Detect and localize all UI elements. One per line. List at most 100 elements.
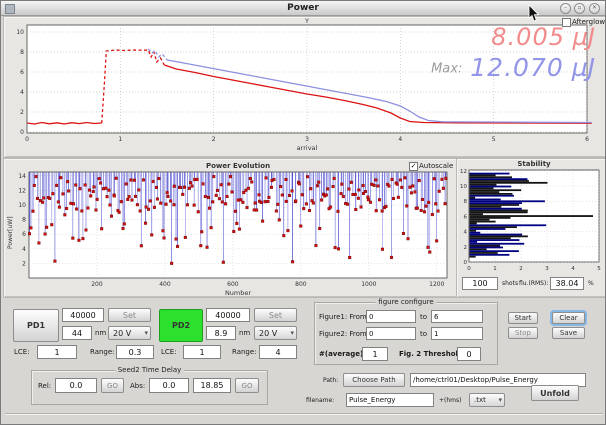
autoscale-label: Autoscale xyxy=(419,162,453,170)
chevron-down-icon: ▾ xyxy=(498,394,502,407)
svg-text:0: 0 xyxy=(20,129,24,136)
average-label: #(average): xyxy=(319,350,366,358)
svg-text:Y: Y xyxy=(304,18,309,25)
pd1-button[interactable]: PD1 xyxy=(13,309,59,342)
pd1-lce-label: LCE: xyxy=(14,348,30,356)
clear-button[interactable]: Clear xyxy=(552,312,585,324)
pd1-wavelength-field[interactable]: 44 xyxy=(62,326,92,340)
choose-path-button[interactable]: Choose Path xyxy=(343,373,405,387)
figure1-from-label: Figure1: From xyxy=(319,313,367,321)
svg-text:4: 4 xyxy=(571,266,575,272)
svg-text:Number: Number xyxy=(225,289,251,296)
maximize-icon[interactable]: ▫ xyxy=(574,3,585,14)
close-icon[interactable]: ✕ xyxy=(589,3,600,14)
figure2-to-label: to xyxy=(420,330,427,338)
figure1-from-field[interactable]: 0 xyxy=(366,310,416,323)
save-button[interactable]: Save xyxy=(552,327,585,339)
suffix-label: +(hms) xyxy=(439,397,461,404)
rms-field[interactable]: 38.04 xyxy=(550,277,584,290)
extension-value: .txt xyxy=(474,396,486,404)
pd1-range-field[interactable]: 0.3 xyxy=(116,345,154,359)
svg-text:4: 4 xyxy=(464,230,468,236)
rel-field[interactable]: 0.0 xyxy=(55,378,97,393)
svg-text:10: 10 xyxy=(18,202,26,209)
svg-text:8: 8 xyxy=(464,199,468,205)
svg-text:800: 800 xyxy=(295,281,307,288)
pd2-voltage-dropdown[interactable]: 20 V ▾ xyxy=(254,326,297,340)
pd1-voltage-value: 20 V xyxy=(113,329,131,338)
svg-text:3: 3 xyxy=(305,136,309,143)
window-title: Power xyxy=(1,1,605,15)
stop-button[interactable]: Stop xyxy=(508,327,538,339)
current-energy-unit: µJ xyxy=(573,23,595,51)
shots-label: shots xyxy=(502,280,518,287)
pd1-lce-field[interactable]: 1 xyxy=(37,345,77,359)
svg-text:1000: 1000 xyxy=(361,281,376,288)
svg-text:2: 2 xyxy=(212,136,216,143)
svg-text:1: 1 xyxy=(118,136,122,143)
svg-text:4: 4 xyxy=(20,89,24,96)
svg-text:arrival: arrival xyxy=(297,144,318,152)
rel-go-button[interactable]: GO xyxy=(101,378,124,393)
shots-field[interactable]: 100 xyxy=(462,277,498,290)
current-energy-readout: 8.005 µJ xyxy=(491,23,595,51)
pd1-nm-label: nm xyxy=(95,329,106,337)
svg-text:2: 2 xyxy=(22,260,26,267)
filename-field[interactable]: Pulse_Energy xyxy=(346,393,434,407)
chevron-down-icon: ▾ xyxy=(144,327,148,340)
svg-text:600: 600 xyxy=(227,281,239,288)
svg-text:200: 200 xyxy=(91,281,103,288)
max-energy-unit: µJ xyxy=(572,53,595,82)
fig2-threshold-label: Fig. 2 Threshold: xyxy=(399,350,466,358)
minimize-icon[interactable]: – xyxy=(560,3,571,14)
start-button[interactable]: Start xyxy=(508,312,538,324)
figure1-to-field[interactable]: 6 xyxy=(431,310,483,323)
svg-text:5: 5 xyxy=(597,266,601,272)
svg-text:10: 10 xyxy=(460,184,467,190)
seed2-delay-title: Seed2 Time Delay xyxy=(115,366,185,374)
mouse-cursor xyxy=(528,5,540,23)
figure2-from-field[interactable]: 0 xyxy=(366,327,416,340)
rms-label: flu.(RMS): xyxy=(519,280,548,287)
figure-configure-title: figure configure xyxy=(375,298,436,306)
pd2-counts-field[interactable]: 40000 xyxy=(206,308,250,322)
pd1-set-button[interactable]: Set xyxy=(108,308,151,322)
chevron-down-icon: ▾ xyxy=(290,327,294,340)
svg-text:2: 2 xyxy=(519,266,523,272)
fig2-threshold-field[interactable]: 0 xyxy=(457,347,481,361)
stability-chart: 024681012012345Stability xyxy=(456,158,605,276)
svg-text:8: 8 xyxy=(22,217,26,224)
pd2-nm-label: nm xyxy=(239,329,250,337)
pd1-counts-field[interactable]: 40000 xyxy=(62,308,104,322)
svg-text:4: 4 xyxy=(22,246,26,253)
svg-text:10: 10 xyxy=(16,29,24,36)
svg-text:6: 6 xyxy=(585,136,589,143)
pd1-voltage-dropdown[interactable]: 20 V ▾ xyxy=(108,326,151,340)
abs-go-button[interactable]: GO xyxy=(235,378,259,393)
svg-text:0: 0 xyxy=(25,136,29,143)
unfold-button[interactable]: Unfold xyxy=(531,385,579,401)
autoscale-checkbox[interactable]: ✓ xyxy=(409,162,418,171)
svg-text:1200: 1200 xyxy=(429,281,444,288)
pd2-wavelength-field[interactable]: 8.9 xyxy=(206,326,236,340)
svg-text:8: 8 xyxy=(20,49,24,56)
pd2-range-field[interactable]: 4 xyxy=(259,345,297,359)
pd1-range-label: Range: xyxy=(90,348,115,356)
figure2-to-field[interactable]: 1 xyxy=(431,327,483,340)
titlebar[interactable]: Power – ▫ ✕ xyxy=(1,1,605,16)
pd2-lce-field[interactable]: 1 xyxy=(183,345,221,359)
average-field[interactable]: 1 xyxy=(362,347,388,361)
pd2-button[interactable]: PD2 xyxy=(159,309,203,342)
pd2-voltage-value: 20 V xyxy=(259,329,277,338)
pd2-range-label: Range: xyxy=(232,348,257,356)
pd2-set-button[interactable]: Set xyxy=(254,308,297,322)
abs-label: Abs: xyxy=(130,382,145,390)
svg-text:6: 6 xyxy=(464,214,468,220)
abs-total-field[interactable]: 18.85 xyxy=(193,378,231,393)
power-window: Power – ▫ ✕ 02468100123456Yarrival After… xyxy=(0,0,606,425)
extension-dropdown[interactable]: .txt ▾ xyxy=(469,393,505,407)
power-evolution-chart: 246810121420040060080010001200Power Evol… xyxy=(3,158,456,296)
svg-text:6: 6 xyxy=(20,69,24,76)
abs-field[interactable]: 0.0 xyxy=(149,378,189,393)
svg-text:Power Evolution: Power Evolution xyxy=(206,162,270,170)
